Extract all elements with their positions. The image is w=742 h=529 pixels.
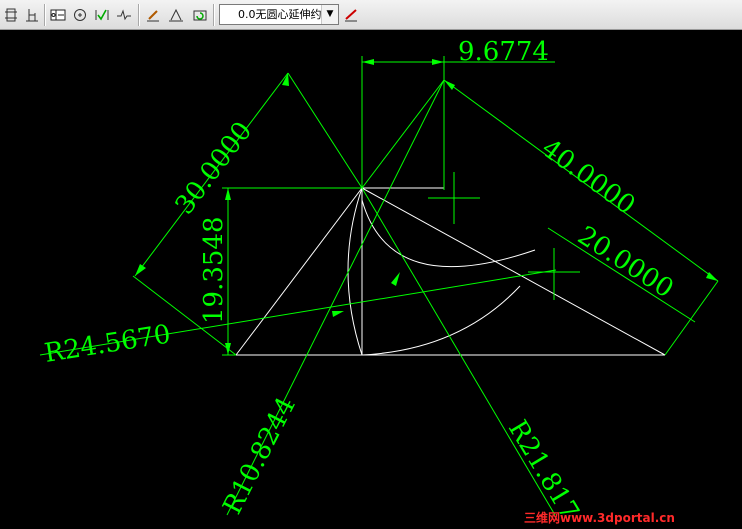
dim-edit-icon	[147, 9, 159, 21]
drawing-canvas[interactable]: 9.6774 30.0000 40.0000 20.0000 19.3548 R…	[0, 30, 742, 529]
dim-text-d3: 40.0000	[536, 133, 641, 220]
dim-style-icon	[345, 8, 357, 21]
tolerance-button[interactable]	[48, 4, 68, 25]
watermark-text: 三维网www.3dportal.cn	[524, 511, 675, 525]
dim-text-d7: R10.8244	[218, 392, 302, 519]
dim-update-icon	[193, 10, 207, 20]
dim-ordinate-icon	[5, 8, 17, 21]
dim-text-edit-icon	[169, 8, 183, 21]
dim-baseline-button[interactable]	[22, 4, 42, 25]
dim-ordinate-button[interactable]	[2, 4, 22, 25]
lower-arc	[361, 285, 521, 356]
dim-style-select[interactable]: 0.0无圆心延伸约 ▼	[219, 4, 339, 25]
dim-baseline-icon	[26, 8, 38, 21]
dim-text-d1: 9.6774	[458, 37, 549, 67]
dim-style-value: 0.0无圆心延伸约	[238, 8, 322, 21]
dim-jogged-linear-icon	[117, 8, 131, 20]
dim-text-d2: 30.0000	[170, 116, 259, 220]
dim-jogged-linear-button[interactable]	[114, 4, 134, 25]
inner-arc	[361, 199, 536, 268]
center-mark-icon	[74, 8, 86, 21]
left-arc	[347, 187, 363, 356]
dim-inspect-icon	[95, 9, 109, 20]
dim-text-d4: 20.0000	[572, 221, 679, 305]
dim-text-edit-button[interactable]	[166, 4, 186, 25]
center-mark-button[interactable]	[70, 4, 90, 25]
dim-edit-button[interactable]	[143, 4, 163, 25]
dim-text-d6: R24.5670	[42, 319, 172, 369]
dimension-toolbar: 0.0无圆心延伸约 ▼	[0, 0, 742, 30]
dim-text-d5: 19.3548	[199, 216, 229, 324]
dim-inspect-button[interactable]	[92, 4, 112, 25]
chevron-down-icon[interactable]: ▼	[321, 5, 338, 24]
geometry	[235, 187, 666, 356]
left-edge-line	[235, 187, 363, 356]
dimension-geometry	[39, 56, 719, 516]
tolerance-icon	[50, 9, 66, 20]
dimension-texts: 9.6774 30.0000 40.0000 20.0000 19.3548 R…	[42, 37, 678, 525]
dim-update-button[interactable]	[190, 4, 210, 25]
dim-style-button[interactable]	[341, 4, 361, 25]
